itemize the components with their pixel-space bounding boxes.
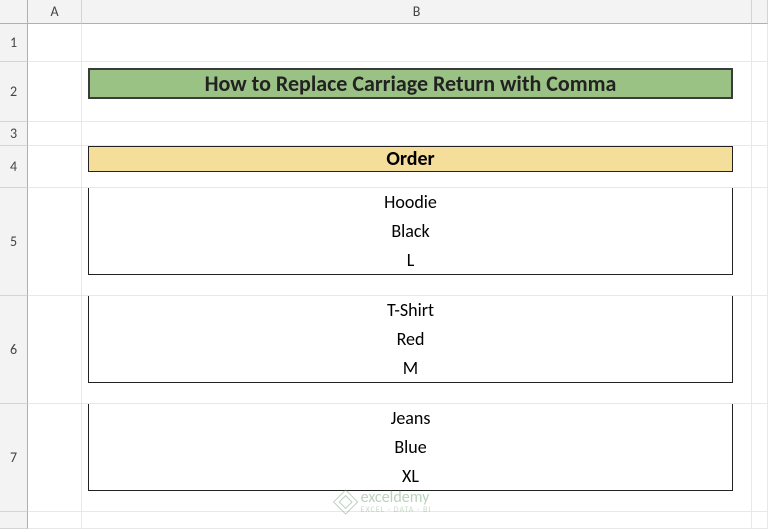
cell-a2[interactable]: [28, 62, 82, 122]
row-header-2[interactable]: 2: [0, 62, 28, 122]
cell-a1[interactable]: [28, 24, 82, 62]
row-header-5[interactable]: 5: [0, 188, 28, 296]
order-item: Hoodie: [384, 188, 437, 217]
cell-a3[interactable]: [28, 122, 82, 146]
order-size: XL: [402, 462, 419, 491]
row-header-8[interactable]: [0, 512, 28, 529]
cell-overflow-8: [752, 512, 768, 529]
table-header: Order: [88, 146, 733, 172]
cell-overflow-2: [752, 62, 768, 122]
cell-overflow-1: [752, 24, 768, 62]
cell-b7[interactable]: Jeans Blue XL: [82, 404, 752, 512]
row-header-3[interactable]: 3: [0, 122, 28, 146]
cell-overflow-7: [752, 404, 768, 512]
cell-b3[interactable]: [82, 122, 752, 146]
cell-a7[interactable]: [28, 404, 82, 512]
spreadsheet-grid: A B 1 2 How to Replace Carriage Return w…: [0, 0, 768, 529]
table-row: Jeans Blue XL: [88, 404, 733, 491]
cell-overflow-3: [752, 122, 768, 146]
order-item: T-Shirt: [387, 296, 434, 325]
cell-b5[interactable]: Hoodie Black L: [82, 188, 752, 296]
table-row: T-Shirt Red M: [88, 296, 733, 383]
order-color: Red: [397, 325, 425, 354]
col-header-overflow: [752, 0, 768, 24]
row-header-1[interactable]: 1: [0, 24, 28, 62]
cell-a6[interactable]: [28, 296, 82, 404]
row-header-7[interactable]: 7: [0, 404, 28, 512]
order-size: L: [407, 246, 415, 275]
cell-b4[interactable]: Order: [82, 146, 752, 188]
cell-a5[interactable]: [28, 188, 82, 296]
order-color: Black: [391, 217, 429, 246]
cell-b1[interactable]: [82, 24, 752, 62]
row-header-6[interactable]: 6: [0, 296, 28, 404]
select-all-corner[interactable]: [0, 0, 28, 24]
order-size: M: [403, 354, 418, 383]
cell-overflow-6: [752, 296, 768, 404]
col-header-b[interactable]: B: [82, 0, 752, 24]
order-color: Blue: [394, 433, 426, 462]
cell-a8[interactable]: [28, 512, 82, 529]
page-title: How to Replace Carriage Return with Comm…: [88, 68, 733, 99]
cell-overflow-4: [752, 146, 768, 188]
cell-b8[interactable]: [82, 512, 752, 529]
row-header-4[interactable]: 4: [0, 146, 28, 188]
col-header-a[interactable]: A: [28, 0, 82, 24]
order-item: Jeans: [391, 404, 431, 433]
cell-a4[interactable]: [28, 146, 82, 188]
table-row: Hoodie Black L: [88, 188, 733, 275]
cell-b6[interactable]: T-Shirt Red M: [82, 296, 752, 404]
cell-b2[interactable]: How to Replace Carriage Return with Comm…: [82, 62, 752, 122]
cell-overflow-5: [752, 188, 768, 296]
